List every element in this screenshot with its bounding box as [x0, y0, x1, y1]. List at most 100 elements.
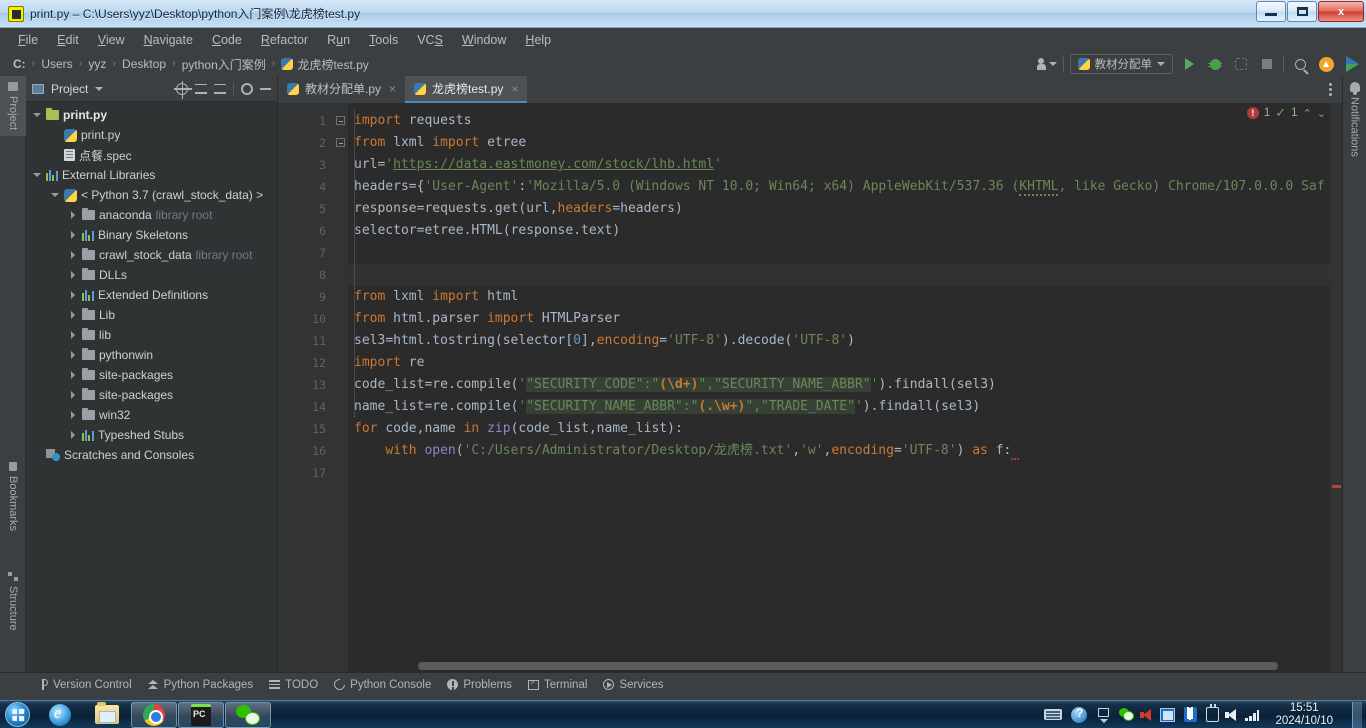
chevron-right-icon[interactable]	[68, 250, 78, 260]
bluetooth-icon[interactable]	[1184, 707, 1198, 722]
tree-item-site-packages[interactable]: site-packages	[26, 385, 277, 405]
taskbar-chrome[interactable]	[131, 701, 177, 728]
expand-all-icon[interactable]	[195, 83, 207, 95]
chevron-right-icon[interactable]	[68, 350, 78, 360]
fold-icon[interactable]	[336, 138, 345, 147]
hide-panel-icon[interactable]	[260, 87, 271, 90]
run-configuration-selector[interactable]: 教材分配单	[1069, 54, 1173, 74]
inspection-widget[interactable]: ! 1 ✓ 1 ⌃ ⌄	[1246, 105, 1326, 121]
menu-refactor[interactable]: Refactor	[253, 30, 316, 50]
tree-item-anaconda[interactable]: anaconda library root	[26, 205, 277, 225]
tree-item-extended-definitions[interactable]: Extended Definitions	[26, 285, 277, 305]
chevron-down-icon[interactable]	[95, 86, 104, 91]
menu-file[interactable]: File	[10, 30, 46, 50]
code-text-area[interactable]: import requests from lxml import etree u…	[348, 103, 1330, 672]
start-button[interactable]	[5, 702, 30, 727]
project-tree[interactable]: print.py print.py 点餐.spec External Librarie…	[26, 102, 277, 672]
chevron-right-icon[interactable]	[68, 370, 78, 380]
sidebar-item-structure[interactable]: Structure	[0, 566, 26, 637]
update-project-button[interactable]	[1316, 54, 1336, 74]
close-icon[interactable]: ×	[511, 82, 518, 96]
chevron-down-icon[interactable]	[32, 170, 42, 180]
chevron-right-icon[interactable]	[68, 210, 78, 220]
chevron-right-icon[interactable]	[68, 310, 78, 320]
status-item-python-console[interactable]: Python Console	[331, 676, 431, 693]
menu-view[interactable]: View	[90, 30, 133, 50]
status-item-terminal[interactable]: Terminal	[527, 678, 587, 691]
menu-code[interactable]: Code	[204, 30, 250, 50]
menu-window[interactable]: Window	[454, 30, 514, 50]
editor-horizontal-scrollbar[interactable]	[418, 662, 1318, 670]
collapse-all-icon[interactable]	[214, 83, 226, 95]
chevron-right-icon[interactable]	[68, 290, 78, 300]
menu-run[interactable]: Run	[319, 30, 358, 50]
tree-item-scratches-and-consoles[interactable]: Scratches and Consoles	[26, 445, 277, 465]
chevron-right-icon[interactable]	[68, 330, 78, 340]
minimize-button[interactable]	[1256, 1, 1286, 22]
chevron-right-icon[interactable]	[68, 430, 78, 440]
taskbar-file-explorer[interactable]	[84, 702, 130, 728]
chevron-right-icon[interactable]	[68, 230, 78, 240]
tree-item-dlls[interactable]: DLLs	[26, 265, 277, 285]
tree-item-typeshed-stubs[interactable]: Typeshed Stubs	[26, 425, 277, 445]
taskbar-clock[interactable]: 15:51 2024/10/10	[1269, 702, 1339, 728]
chevron-right-icon[interactable]	[68, 410, 78, 420]
chevron-right-icon[interactable]	[68, 270, 78, 280]
scrollbar-thumb[interactable]	[418, 662, 1278, 670]
breadcrumb-item-file[interactable]: 龙虎榜test.py	[278, 55, 371, 74]
tray-wechat-icon[interactable]	[1119, 708, 1135, 721]
editor-tab-longhubang[interactable]: 龙虎榜test.py ×	[405, 76, 528, 103]
user-account-button[interactable]	[1036, 54, 1057, 74]
sidebar-item-project[interactable]: Project	[0, 76, 26, 137]
tree-item-print-py[interactable]: print.py	[26, 125, 277, 145]
tree-item-site-packages[interactable]: site-packages	[26, 365, 277, 385]
stop-button[interactable]	[1257, 54, 1277, 74]
notifications-strip[interactable]: Notifications	[1342, 76, 1366, 672]
menu-vcs[interactable]: VCS	[409, 30, 451, 50]
menu-tools[interactable]: Tools	[361, 30, 406, 50]
debug-button[interactable]	[1205, 54, 1225, 74]
status-item-version-control[interactable]: Version Control	[38, 679, 132, 691]
breadcrumb-item-yyz[interactable]: yyz	[85, 56, 109, 72]
breadcrumb-item-drive[interactable]: C:	[10, 56, 29, 72]
show-hidden-icons-icon[interactable]	[1096, 707, 1110, 723]
menu-edit[interactable]: Edit	[49, 30, 87, 50]
tree-item-external-libraries[interactable]: External Libraries	[26, 165, 277, 185]
taskbar-internet-explorer[interactable]	[37, 702, 83, 728]
editor-tab-jiaocai[interactable]: 教材分配单.py ×	[278, 76, 406, 103]
taskbar-wechat[interactable]	[225, 701, 271, 728]
status-item-python-packages[interactable]: Python Packages	[147, 679, 253, 691]
taskbar-pycharm[interactable]	[178, 701, 224, 728]
breadcrumb-item-folder[interactable]: python入门案例	[179, 55, 269, 74]
chevron-down-icon[interactable]	[50, 190, 60, 200]
run-button[interactable]	[1179, 54, 1199, 74]
volume-mute-icon[interactable]	[1140, 708, 1152, 721]
search-everywhere-button[interactable]	[1290, 54, 1310, 74]
tree-item-win32[interactable]: win32	[26, 405, 277, 425]
editor-options-button[interactable]	[1329, 76, 1342, 103]
network-icon[interactable]	[1160, 707, 1176, 722]
tree-item-binary-skeletons[interactable]: Binary Skeletons	[26, 225, 277, 245]
tree-item-lib[interactable]: Lib	[26, 305, 277, 325]
tree-item-print-py[interactable]: print.py	[26, 105, 277, 125]
profile-button[interactable]	[1342, 54, 1362, 74]
select-opened-file-icon[interactable]	[174, 80, 192, 99]
gear-icon[interactable]	[241, 82, 253, 95]
breadcrumb-item-users[interactable]: Users	[38, 56, 75, 72]
error-stripe-marker-column[interactable]	[1330, 103, 1342, 672]
tree-item-pythonwin[interactable]: pythonwin	[26, 345, 277, 365]
tree-item-spec[interactable]: 点餐.spec	[26, 145, 277, 165]
status-item-todo[interactable]: TODO	[269, 679, 318, 691]
chevron-up-icon[interactable]: ⌃	[1303, 107, 1312, 120]
tree-item-crawl-stock-data[interactable]: crawl_stock_data library root	[26, 245, 277, 265]
chevron-right-icon[interactable]	[68, 390, 78, 400]
close-icon[interactable]: ×	[389, 82, 396, 96]
chevron-down-icon[interactable]: ⌄	[1317, 107, 1326, 120]
error-stripe-mark[interactable]	[1332, 485, 1341, 488]
maximize-button[interactable]	[1287, 1, 1317, 22]
sidebar-item-bookmarks[interactable]: Bookmarks	[0, 456, 26, 537]
status-item-problems[interactable]: Problems	[447, 679, 512, 691]
signal-strength-icon[interactable]	[1245, 709, 1260, 721]
help-icon[interactable]	[1071, 706, 1088, 723]
fold-icon[interactable]	[336, 116, 345, 125]
